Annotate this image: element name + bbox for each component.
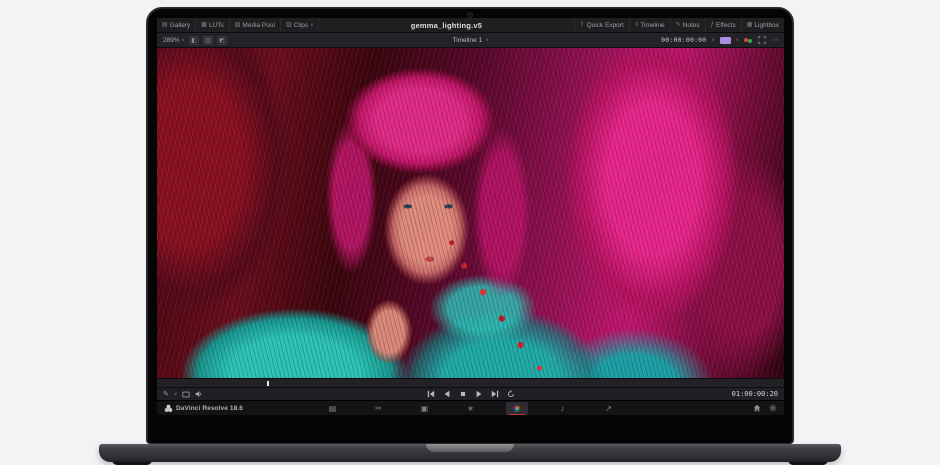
chevron-down-icon: ∨: [182, 37, 185, 43]
quick-export-icon: ⇧: [580, 22, 585, 28]
timeline-button[interactable]: ≡ Timeline: [629, 18, 670, 32]
notes-icon: ✎: [676, 22, 681, 28]
expand-viewer-icon[interactable]: [758, 36, 766, 44]
viewer-canvas[interactable]: [157, 48, 784, 378]
clip-color-badge-icon[interactable]: [720, 37, 731, 44]
notes-button[interactable]: ✎ Notes: [670, 18, 705, 32]
image-wipe-icon[interactable]: ◧: [189, 36, 199, 45]
color-flags-icon[interactable]: [744, 37, 753, 44]
page-navigation-bar: DaVinci Resolve 18.6 ▤ ✂ ▣ ∗ ♪ ↗: [157, 400, 784, 415]
gallery-label: Gallery: [170, 22, 191, 29]
lid-notch: [426, 444, 514, 452]
macbook-base: [99, 444, 841, 462]
chevron-down-icon: ∨: [485, 37, 488, 43]
webcam-icon: [468, 13, 472, 17]
stop-icon[interactable]: [459, 390, 467, 398]
davinci-resolve-window: ▤ Gallery ▩ LUTs ▧ Media Pool ▥ Clips: [157, 18, 784, 415]
page-tabs: ▤ ✂ ▣ ∗ ♪ ↗: [157, 402, 784, 415]
top-toolbar: ▤ Gallery ▩ LUTs ▧ Media Pool ▥ Clips: [157, 18, 784, 33]
effects-button[interactable]: ƒ Effects: [705, 18, 741, 32]
media-pool-label: Media Pool: [242, 22, 275, 29]
gallery-icon: ▤: [162, 22, 168, 28]
fusion-page-tab[interactable]: ∗: [460, 402, 482, 415]
split-screen-icon[interactable]: ▥: [203, 36, 213, 45]
chevron-down-icon: ∨: [310, 22, 313, 28]
luts-label: LUTs: [209, 22, 224, 29]
more-options-icon[interactable]: ⋯: [771, 36, 778, 44]
timeline-label: Timeline: [640, 22, 664, 29]
timeline-scrubber[interactable]: [157, 378, 784, 387]
edit-page-tab[interactable]: ▣: [414, 402, 436, 415]
timeline-name: Timeline 1: [452, 37, 482, 44]
graded-clip-image: [157, 48, 784, 378]
quick-export-button[interactable]: ⇧ Quick Export: [574, 18, 629, 32]
notes-label: Notes: [683, 22, 700, 29]
viewer-zoom-dropdown[interactable]: 289% ∨: [163, 37, 185, 44]
play-icon[interactable]: [475, 390, 483, 398]
macbook-screen-lid: ▤ Gallery ▩ LUTs ▧ Media Pool ▥ Clips: [146, 7, 794, 444]
cut-page-tab[interactable]: ✂: [368, 402, 390, 415]
gallery-button[interactable]: ▤ Gallery: [157, 18, 196, 32]
luts-icon: ▩: [201, 22, 207, 28]
playhead[interactable]: [267, 381, 269, 386]
fairlight-page-tab[interactable]: ♪: [552, 402, 574, 415]
color-page-tab[interactable]: [506, 402, 528, 415]
source-timecode: 00:00:00:00: [661, 36, 706, 44]
quick-export-label: Quick Export: [587, 22, 624, 29]
title-area: gemma_lighting.v5: [319, 18, 573, 32]
clips-icon: ▥: [286, 22, 292, 28]
chevron-down-icon: ∨: [711, 37, 714, 43]
media-pool-button[interactable]: ▧ Media Pool: [230, 18, 281, 32]
skip-to-end-icon[interactable]: [491, 390, 499, 398]
viewer-options-bar: 289% ∨ ◧ ▥ ◩ Timeline 1 ∨ 00:00:00:00 ∨ …: [157, 33, 784, 48]
timeline-icon: ≡: [635, 22, 639, 28]
clips-label: Clips: [294, 22, 308, 29]
lightbox-button[interactable]: ▦ Lightbox: [741, 18, 784, 32]
media-page-tab[interactable]: ▤: [322, 402, 344, 415]
skip-to-start-icon[interactable]: [427, 390, 435, 398]
effects-label: Effects: [716, 22, 736, 29]
transport-controls: [157, 390, 784, 398]
toolbar-left-group: ▤ Gallery ▩ LUTs ▧ Media Pool ▥ Clips: [157, 18, 319, 32]
chevron-down-icon: ∨: [736, 37, 739, 43]
clips-button[interactable]: ▥ Clips ∨: [281, 18, 319, 32]
viewer-zoom-value: 289%: [163, 37, 180, 44]
toolbar-right-group: ⇧ Quick Export ≡ Timeline ✎ Notes ƒ Effe…: [574, 18, 784, 32]
effects-icon: ƒ: [711, 22, 714, 28]
project-title: gemma_lighting.v5: [411, 21, 482, 30]
deliver-page-tab[interactable]: ↗: [598, 402, 620, 415]
luts-button[interactable]: ▩ LUTs: [196, 18, 229, 32]
loop-playback-icon[interactable]: [507, 390, 515, 398]
transport-bar: ✎ ∨: [157, 387, 784, 400]
lightbox-label: Lightbox: [754, 22, 779, 29]
lightbox-icon: ▦: [747, 22, 753, 28]
color-wheel-icon: [513, 405, 520, 412]
highlight-icon[interactable]: ◩: [217, 36, 227, 45]
media-pool-icon: ▧: [235, 22, 241, 28]
play-reverse-icon[interactable]: [443, 390, 451, 398]
marketing-stage: ▤ Gallery ▩ LUTs ▧ Media Pool ▥ Clips: [0, 0, 940, 465]
viewer-right-cluster: 00:00:00:00 ∨ ∨ ⋯: [661, 36, 778, 44]
